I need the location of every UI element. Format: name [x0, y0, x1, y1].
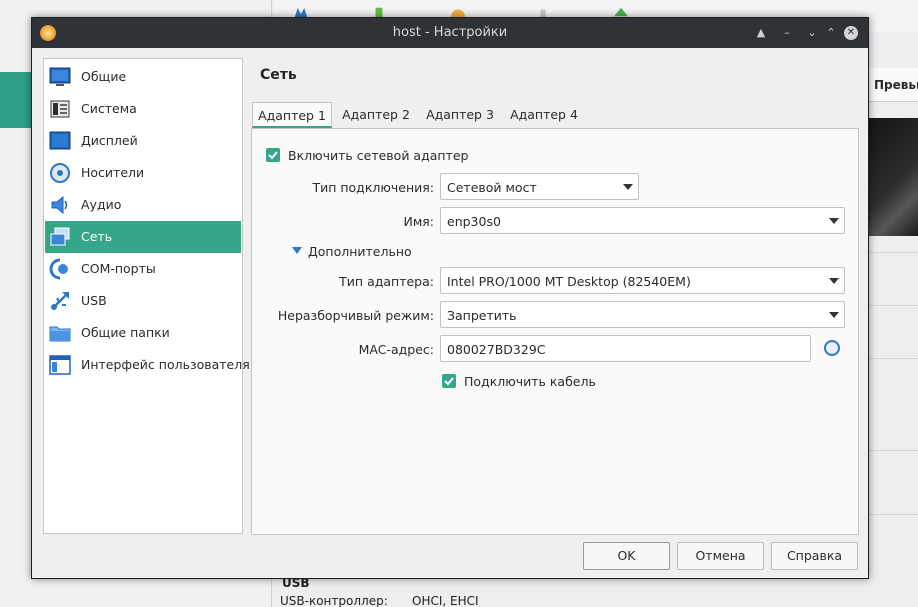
sidebar-item-general[interactable]: Общие: [45, 61, 241, 93]
sidebar-item-label: Интерфейс пользователя: [81, 357, 250, 372]
name-value: enp30s0: [447, 214, 501, 229]
help-button[interactable]: Справка: [771, 542, 858, 570]
storage-icon: [50, 163, 70, 183]
adapter-type-value: Intel PRO/1000 MT Desktop (82540EM): [447, 274, 691, 289]
sidebar-item-label: Носители: [81, 165, 145, 180]
sidebar-item-label: Система: [81, 101, 137, 116]
audio-icon: [51, 195, 68, 215]
settings-dialog: host - Настройки ▲ – ⌄ ⌃ ✕ Общие Система…: [31, 17, 869, 579]
minimize-icon[interactable]: –: [778, 24, 796, 42]
details-divider: [868, 514, 918, 515]
attached-to-value: Сетевой мост: [447, 180, 537, 195]
name-label: Имя:: [403, 214, 434, 229]
mac-address-field[interactable]: 080027BD329C: [440, 335, 811, 362]
cable-connected-label: Подключить кабель: [464, 374, 596, 389]
promiscuous-mode-value: Запретить: [447, 308, 517, 323]
adapter-type-label: Тип адаптера:: [339, 274, 434, 289]
sidebar-item-label: COM-порты: [81, 261, 156, 276]
enable-adapter-label: Включить сетевой адаптер: [288, 148, 469, 163]
sidebar-item-label: Общие папки: [81, 325, 170, 340]
chevron-down-icon: [829, 218, 839, 224]
sidebar-item-audio[interactable]: Аудио: [45, 189, 241, 221]
expand-triangle-icon[interactable]: [292, 247, 302, 254]
attached-to-label: Тип подключения:: [312, 180, 434, 195]
user-interface-icon: [49, 355, 71, 375]
close-icon[interactable]: ✕: [844, 26, 858, 40]
sidebar-item-label: USB: [81, 293, 107, 308]
sidebar-item-shared-folders[interactable]: Общие папки: [45, 317, 241, 349]
shared-folder-icon: [49, 326, 71, 342]
mac-address-value: 080027BD329C: [447, 342, 546, 357]
mac-address-label: MAC-адрес:: [358, 342, 434, 357]
serial-port-icon: [49, 258, 68, 280]
checkmark-icon: [268, 151, 278, 160]
dialog-title: host - Настройки: [392, 25, 508, 40]
sidebar-item-label: Сеть: [81, 229, 113, 244]
sidebar-item-usb[interactable]: USB: [45, 285, 241, 317]
checkmark-icon: [444, 377, 454, 386]
chevron-down-icon: [829, 312, 839, 318]
usb-icon: [51, 292, 69, 310]
shade-icon[interactable]: ▲: [752, 24, 770, 42]
enable-adapter-checkbox[interactable]: [266, 148, 280, 162]
preview-image: [868, 118, 918, 236]
tab-adapter-3[interactable]: Адаптер 3: [420, 102, 500, 128]
tab-adapter-4[interactable]: Адаптер 4: [504, 102, 584, 128]
selected-machine-highlight: [0, 72, 32, 128]
name-select[interactable]: enp30s0: [440, 207, 845, 234]
tab-adapter-2[interactable]: Адаптер 2: [336, 102, 416, 128]
page-title: Сеть: [260, 67, 297, 83]
sidebar-item-network[interactable]: Сеть: [45, 221, 241, 253]
cancel-button[interactable]: Отмена: [677, 542, 764, 570]
maximize-icon[interactable]: ⌃: [822, 24, 840, 42]
sidebar-item-user-interface[interactable]: Интерфейс пользователя: [45, 349, 250, 381]
display-icon: [49, 131, 71, 150]
restore-icon[interactable]: ⌄: [803, 24, 821, 42]
adapter-panel: Включить сетевой адаптер Тип подключения…: [251, 128, 859, 535]
sidebar-item-system[interactable]: Система: [45, 93, 241, 125]
chevron-down-icon: [623, 184, 633, 190]
details-divider: [868, 358, 918, 359]
sidebar-item-serial-ports[interactable]: COM-порты: [45, 253, 241, 285]
usb-controller-label: USB-контроллер:: [280, 594, 388, 607]
details-divider: [868, 305, 918, 306]
attached-to-select[interactable]: Сетевой мост: [440, 173, 639, 200]
promiscuous-mode-label: Неразборчивый режим:: [277, 308, 434, 323]
details-divider: [868, 252, 918, 253]
sidebar-item-display[interactable]: Дисплей: [45, 125, 241, 157]
details-divider: [868, 450, 918, 451]
sidebar-item-label: Общие: [81, 69, 127, 84]
promiscuous-mode-select[interactable]: Запретить: [440, 301, 845, 328]
ok-button[interactable]: OK: [583, 542, 670, 570]
settings-sidebar: Общие Система Дисплей Носители Аудио Сет…: [43, 58, 250, 534]
cable-connected-checkbox[interactable]: [442, 374, 456, 388]
network-icon: [50, 227, 70, 246]
preview-label: Превью: [874, 78, 918, 92]
tab-adapter-1[interactable]: Адаптер 1: [252, 102, 332, 128]
system-icon: [50, 100, 70, 118]
regenerate-mac-icon[interactable]: [824, 340, 840, 356]
chevron-down-icon: [829, 278, 839, 284]
sidebar-item-label: Дисплей: [81, 133, 138, 148]
sidebar-item-storage[interactable]: Носители: [45, 157, 241, 189]
adapter-type-select[interactable]: Intel PRO/1000 MT Desktop (82540EM): [440, 267, 845, 294]
dialog-titlebar[interactable]: host - Настройки ▲ – ⌄ ⌃ ✕: [32, 18, 868, 48]
usb-controller-value: OHCI, EHCI: [412, 594, 479, 607]
general-icon: [49, 67, 71, 86]
sidebar-item-label: Аудио: [81, 197, 122, 212]
advanced-toggle[interactable]: Дополнительно: [308, 244, 412, 259]
